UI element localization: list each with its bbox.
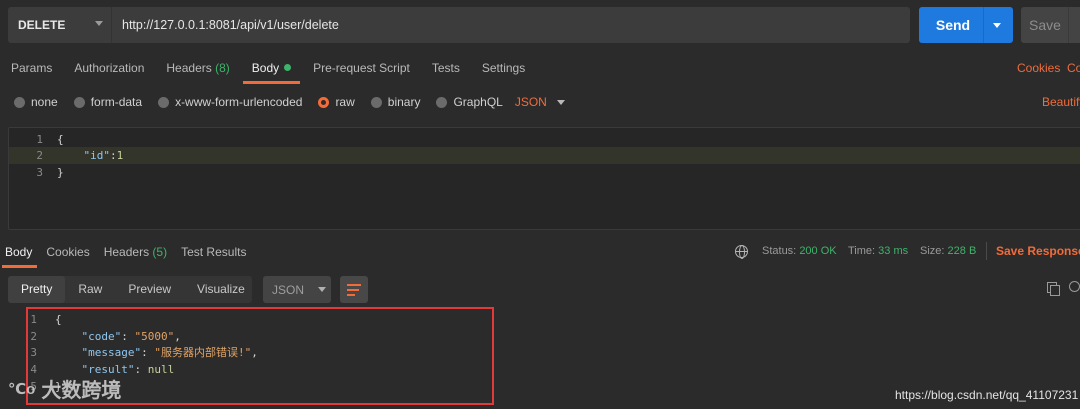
code-text: {	[57, 133, 64, 146]
save-divider	[1068, 7, 1069, 43]
code-text: }	[57, 166, 64, 179]
response-view-toolbar: Pretty Raw Preview Visualize	[8, 276, 252, 303]
send-label: Send	[935, 17, 971, 33]
divider	[986, 242, 987, 260]
tab-tests[interactable]: Tests	[421, 54, 471, 82]
editor-line-active: 2 "id":1	[9, 147, 1080, 164]
response-format-label: JSON	[272, 282, 305, 297]
editor-line: 1 {	[9, 131, 1080, 148]
send-divider	[983, 7, 984, 43]
send-dropdown-chevron-icon[interactable]	[993, 22, 1001, 28]
json-number: 1	[116, 149, 124, 162]
time-readout: Time: 33 ms	[848, 245, 908, 257]
chevron-down-icon	[95, 21, 103, 26]
view-preview-button[interactable]: Preview	[115, 276, 184, 303]
body-type-options: none form-data x-www-form-urlencoded raw…	[14, 94, 565, 110]
tab-body[interactable]: Body	[241, 54, 302, 84]
radio-raw[interactable]: raw	[318, 95, 355, 109]
watermark-logo-icon: ℃o	[8, 380, 36, 398]
wrap-lines-icon[interactable]	[340, 276, 368, 303]
json-key: "id"	[83, 149, 111, 162]
save-label: Save	[1029, 17, 1061, 33]
request-tabs: Params Authorization Headers (8) Body Pr…	[0, 54, 536, 84]
radio-circle-icon	[73, 96, 85, 108]
radio-binary[interactable]: binary	[370, 95, 421, 109]
radio-binary-label: binary	[387, 95, 421, 109]
send-button[interactable]: Send	[919, 7, 1013, 43]
resp-tab-body[interactable]: Body	[0, 238, 39, 268]
radio-circle-icon	[158, 96, 170, 108]
code-link[interactable]: Co	[1067, 61, 1080, 75]
status-value: 200 OK	[799, 245, 837, 257]
save-button[interactable]: Save	[1021, 7, 1080, 43]
method-select[interactable]: DELETE	[8, 7, 112, 43]
beautify-link[interactable]: Beautify	[1042, 95, 1080, 109]
chevron-down-icon	[556, 99, 565, 105]
line-number: 3	[36, 166, 43, 179]
status-readout: Status: 200 OK	[762, 245, 837, 257]
cookies-link[interactable]: Cookies	[1017, 61, 1060, 75]
wrap-line-stroke	[347, 289, 359, 291]
url-bar: DELETE http://127.0.0.1:8081/api/v1/user…	[8, 7, 910, 43]
search-icon[interactable]	[1069, 281, 1080, 292]
line-number: 2	[36, 149, 43, 162]
status-label: Status:	[762, 245, 797, 257]
size-value: 228 B	[947, 245, 977, 257]
tab-pre-request-script[interactable]: Pre-request Script	[302, 54, 421, 82]
line-number: 1	[36, 133, 43, 146]
tab-authorization[interactable]: Authorization	[63, 54, 155, 82]
tab-params[interactable]: Params	[0, 54, 63, 82]
radio-none[interactable]: none	[14, 95, 58, 109]
body-format-select[interactable]: JSON	[515, 95, 565, 109]
globe-icon[interactable]	[735, 245, 748, 259]
resp-tab-headers[interactable]: Headers (5)	[97, 238, 174, 266]
resp-tab-cookies[interactable]: Cookies	[39, 238, 96, 266]
radio-selected-icon	[318, 96, 330, 108]
code-text: "id":1	[57, 147, 124, 164]
tab-settings[interactable]: Settings	[471, 54, 536, 82]
size-label: Size:	[920, 245, 945, 257]
url-input[interactable]: http://127.0.0.1:8081/api/v1/user/delete	[112, 18, 339, 32]
radio-circle-icon	[14, 96, 25, 108]
editor-line: 3 }	[9, 164, 1080, 181]
radio-circle-icon	[436, 96, 448, 108]
radio-urlencoded-label: x-www-form-urlencoded	[175, 95, 303, 109]
body-indicator-dot-icon	[284, 64, 292, 71]
request-body-editor[interactable]: 1 { 2 "id":1 3 }	[8, 127, 1080, 230]
save-response-button[interactable]: Save Response	[996, 244, 1080, 258]
size-readout: Size: 228 B	[920, 245, 976, 257]
radio-circle-icon	[370, 96, 382, 108]
resp-tab-test-results[interactable]: Test Results	[174, 238, 253, 266]
body-format-label: JSON	[514, 95, 547, 109]
radio-none-label: none	[31, 95, 58, 109]
tab-headers-count: (8)	[215, 61, 230, 75]
view-raw-button[interactable]: Raw	[65, 276, 115, 303]
chevron-down-icon	[318, 287, 327, 292]
source-credit: https://blog.csdn.net/qq_41107231	[895, 388, 1079, 402]
json-colon: :	[110, 149, 117, 162]
resp-tab-headers-count: (5)	[152, 245, 168, 259]
radio-urlencoded[interactable]: x-www-form-urlencoded	[158, 95, 302, 109]
time-value: 33 ms	[878, 245, 909, 257]
radio-raw-label: raw	[335, 95, 355, 109]
view-visualize-button[interactable]: Visualize	[184, 276, 258, 303]
tab-headers[interactable]: Headers (8)	[155, 54, 240, 82]
tab-body-label: Body	[251, 61, 280, 75]
copy-icon[interactable]	[1047, 282, 1060, 296]
watermark: ℃o 大数跨境	[8, 374, 121, 403]
time-label: Time:	[848, 245, 876, 257]
response-tabs: Body Cookies Headers (5) Test Results	[0, 238, 253, 268]
radio-graphql[interactable]: GraphQL	[436, 95, 503, 109]
radio-form-data[interactable]: form-data	[73, 95, 143, 109]
view-pretty-button[interactable]: Pretty	[8, 276, 66, 303]
wrap-line-stroke	[347, 284, 361, 286]
wrap-line-stroke	[347, 294, 355, 296]
method-label: DELETE	[18, 18, 66, 32]
radio-graphql-label: GraphQL	[453, 95, 503, 109]
resp-tab-headers-label: Headers	[103, 245, 150, 259]
response-format-select[interactable]: JSON	[263, 276, 331, 303]
watermark-text: 大数跨境	[41, 380, 122, 402]
radio-form-data-label: form-data	[90, 95, 143, 109]
tab-headers-label: Headers	[166, 61, 212, 75]
